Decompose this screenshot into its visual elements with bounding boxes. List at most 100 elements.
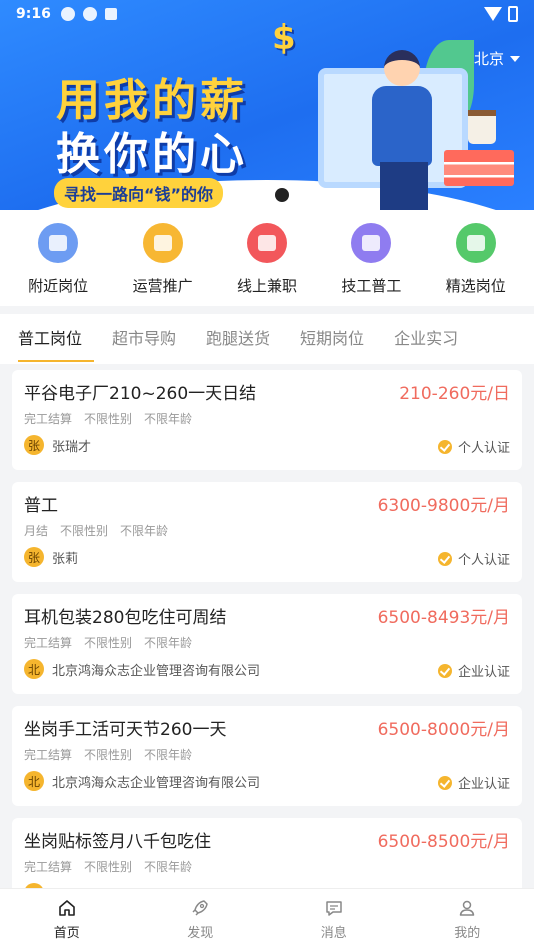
job-tags: 完工结算 不限性别 不限年龄: [24, 746, 510, 763]
verification-badge: 个人认证: [437, 549, 510, 568]
job-tag: 不限年龄: [120, 524, 169, 538]
job-card[interactable]: 坐岗手工活可天节260一天 6500-8000元/月 完工结算 不限性别 不限年…: [12, 706, 522, 806]
job-tag: 不限年龄: [144, 748, 193, 762]
avatar: 北: [24, 659, 44, 679]
job-salary: 6500-8493元/月: [377, 608, 510, 628]
poster-name: 北京鸿海众志企业管理咨询有限公司: [52, 663, 261, 679]
poster-name: 张莉: [52, 551, 79, 567]
category-label: 技工普工: [341, 277, 402, 295]
avatar: 北: [24, 771, 44, 791]
category-label: 精选岗位: [445, 277, 506, 295]
home-icon: [57, 898, 77, 918]
verification-label: 企业认证: [457, 777, 510, 792]
job-list: 平谷电子厂210~260一天日结 210-260元/日 完工结算 不限性别 不限…: [12, 370, 522, 888]
job-card[interactable]: 平谷电子厂210~260一天日结 210-260元/日 完工结算 不限性别 不限…: [12, 370, 522, 470]
category-technician[interactable]: 技工普工: [323, 210, 419, 306]
category-featured[interactable]: 精选岗位: [428, 210, 524, 306]
building-icon: [38, 223, 79, 263]
tab-supermarket[interactable]: 超市导购: [100, 314, 188, 364]
notification-icon: [104, 8, 117, 20]
user-icon: [457, 898, 477, 918]
nav-messages[interactable]: 消息: [267, 889, 401, 950]
category-label: 附近岗位: [28, 277, 89, 295]
job-tag: 不限年龄: [144, 412, 193, 426]
job-tag: 不限性别: [84, 860, 133, 874]
job-tag: 不限性别: [84, 636, 133, 650]
job-tag: 不限性别: [60, 524, 109, 538]
rocket-icon: [190, 898, 210, 918]
job-salary: 6500-8500元/月: [377, 832, 510, 852]
category-label: 线上兼职: [236, 277, 297, 295]
banner-slogan-line2: 换你的心: [56, 129, 248, 180]
status-time: 9:16: [16, 6, 51, 22]
job-tag: 不限年龄: [144, 636, 193, 650]
job-card[interactable]: 耳机包装280包吃住可周结 6500-8493元/月 完工结算 不限性别 不限年…: [12, 594, 522, 694]
notification-icon: [60, 7, 75, 21]
wifi-icon: [484, 7, 502, 21]
job-salary: 210-260元/日: [399, 384, 510, 404]
job-tag: 完工结算: [24, 636, 73, 650]
nav-discover[interactable]: 发现: [134, 889, 268, 950]
coins-icon: [142, 223, 183, 263]
job-card[interactable]: 坐岗贴标签月八千包吃住 6500-8500元/月 完工结算 不限性别 不限年龄 …: [12, 818, 522, 888]
tab-general-labor[interactable]: 普工岗位: [6, 314, 95, 364]
nav-profile[interactable]: 我的: [401, 889, 534, 950]
city-selector[interactable]: 北京: [474, 48, 520, 69]
layers-icon: [246, 223, 287, 263]
avatar: 张: [24, 435, 44, 455]
job-tag: 完工结算: [24, 860, 73, 874]
job-tag: 不限年龄: [144, 860, 193, 874]
tab-internship[interactable]: 企业实习: [382, 314, 470, 364]
category-online[interactable]: 线上兼职: [219, 210, 315, 306]
nav-home[interactable]: 首页: [0, 889, 134, 950]
verified-icon: [437, 551, 452, 566]
job-tags: 完工结算 不限性别 不限年龄: [24, 410, 510, 427]
verification-badge: 企业认证: [437, 661, 510, 680]
city-label: 北京: [473, 50, 504, 68]
category-nearby[interactable]: 附近岗位: [10, 210, 106, 306]
message-icon: [324, 898, 344, 918]
category-label: 运营推广: [132, 277, 193, 295]
tab-delivery[interactable]: 跑腿送货: [194, 314, 282, 364]
verified-icon: [437, 775, 452, 790]
bottom-navigation: 首页 发现 消息 我的: [0, 888, 534, 950]
verification-badge: 企业认证: [437, 773, 510, 792]
job-tag: 月结: [24, 524, 49, 538]
battery-icon: [508, 6, 518, 22]
card-icon: [351, 223, 392, 263]
caret-down-icon: [510, 55, 520, 62]
verified-icon: [437, 439, 452, 454]
trophy-icon: [455, 223, 496, 263]
avatar: 张: [24, 547, 44, 567]
job-tags: 月结 不限性别 不限年龄: [24, 522, 510, 539]
banner[interactable]: 9:16 $ 用我的薪 换你的心 寻找一路向“钱”的你 北京: [0, 0, 534, 210]
verified-icon: [437, 663, 452, 678]
verification-label: 企业认证: [457, 665, 510, 680]
nav-label: 发现: [187, 926, 214, 941]
job-tags: 完工结算 不限性别 不限年龄: [24, 634, 510, 651]
job-tag: 不限性别: [84, 412, 133, 426]
job-tag: 不限性别: [84, 748, 133, 762]
category-grid: 附近岗位 运营推广 线上兼职 技工普工 精选岗位: [0, 210, 534, 306]
status-bar: 9:16: [0, 0, 534, 28]
job-salary: 6500-8000元/月: [377, 720, 510, 740]
nav-label: 首页: [53, 926, 80, 941]
carousel-indicator[interactable]: [275, 188, 289, 202]
poster-name: 张瑞才: [52, 439, 92, 455]
tab-short-term[interactable]: 短期岗位: [288, 314, 376, 364]
job-tabs: 普工岗位 超市导购 跑腿送货 短期岗位 企业实习: [0, 314, 534, 364]
verification-label: 个人认证: [457, 553, 510, 568]
nav-label: 消息: [320, 926, 347, 941]
notification-icon: [82, 7, 97, 21]
verification-badge: 个人认证: [437, 437, 510, 456]
job-tag: 完工结算: [24, 412, 73, 426]
poster-name: 北京鸿海众志企业管理咨询有限公司: [52, 775, 261, 791]
category-operations[interactable]: 运营推广: [115, 210, 211, 306]
verification-label: 个人认证: [457, 441, 510, 456]
nav-label: 我的: [454, 926, 481, 941]
job-tags: 完工结算 不限性别 不限年龄: [24, 858, 510, 875]
job-tag: 完工结算: [24, 748, 73, 762]
job-salary: 6300-9800元/月: [377, 496, 510, 516]
job-card[interactable]: 普工 6300-9800元/月 月结 不限性别 不限年龄 张 张莉 个人认证: [12, 482, 522, 582]
banner-subtitle: 寻找一路向“钱”的你: [54, 178, 224, 208]
